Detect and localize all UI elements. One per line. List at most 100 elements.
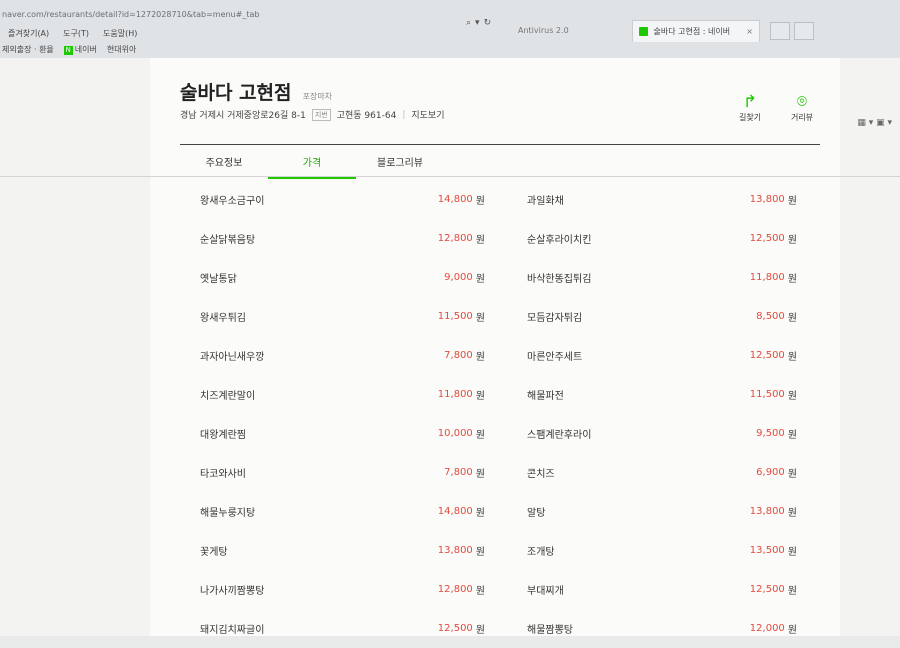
browser-chrome: naver.com/restaurants/detail?id=12720287… xyxy=(0,0,900,59)
search-icon[interactable]: ⌕ xyxy=(466,18,471,28)
menu-item: 치즈계란말이 11,800 원 xyxy=(200,387,485,402)
favorite-link[interactable]: 현대위아 xyxy=(107,44,136,55)
close-tab-icon[interactable]: × xyxy=(746,21,753,43)
menu-item-name: 치즈계란말이 xyxy=(200,391,256,402)
road-address: 경남 거제시 거제중앙로26길 8-1 xyxy=(180,111,306,121)
tab-main-info[interactable]: 주요정보 xyxy=(180,150,268,179)
menu-item-price: 13,500 xyxy=(749,545,785,556)
refresh-icon[interactable]: ↻ xyxy=(484,18,492,28)
divider: | xyxy=(402,109,406,120)
menu-item-name: 스팸계란후라이 xyxy=(527,430,592,441)
menu-row: 꽃게탕 13,800 원 조개탕 13,500 원 xyxy=(200,531,810,570)
route-arrow-icon: ↱ xyxy=(742,92,758,112)
tab-antivirus[interactable]: Antivirus 2.0 xyxy=(512,20,630,42)
currency-label: 원 xyxy=(475,235,485,246)
menu-item-name: 모듬감자튀김 xyxy=(527,313,583,324)
jibun-address: 고현동 961-64 xyxy=(336,111,397,121)
menu-item-name: 콘치즈 xyxy=(527,469,555,480)
menu-item-price: 12,500 xyxy=(749,350,785,361)
menu-item-name: 부대찌개 xyxy=(527,586,564,597)
tab-blog-review[interactable]: 블로그리뷰 xyxy=(356,150,444,179)
currency-label: 원 xyxy=(787,430,797,441)
menu-item: 꽃게탕 13,800 원 xyxy=(200,543,485,558)
menu-item: 순살후라이치킨 12,500 원 xyxy=(527,231,797,246)
currency-label: 원 xyxy=(475,508,485,519)
naver-icon: N xyxy=(63,46,73,55)
menu-row: 치즈계란말이 11,800 원 해물파전 11,500 원 xyxy=(200,375,810,414)
currency-label: 원 xyxy=(475,586,485,597)
menu-tools[interactable]: 도구(T) xyxy=(63,28,89,39)
menu-item: 과일화채 13,800 원 xyxy=(527,192,797,207)
menu-item-price: 14,800 xyxy=(437,506,473,517)
menu-item: 왕새우소금구이 14,800 원 xyxy=(200,192,485,207)
currency-label: 원 xyxy=(475,313,485,324)
menu-item: 해물파전 11,500 원 xyxy=(527,387,797,402)
map-link[interactable]: 지도보기 xyxy=(411,108,444,121)
directions-button[interactable]: ↱ 길찾기 xyxy=(730,92,770,123)
menu-item: 알탕 13,800 원 xyxy=(527,504,797,519)
menu-item-price: 10,000 xyxy=(437,428,473,439)
tab-restaurant[interactable]: 술바다 고현점 : 네이버 × xyxy=(632,20,760,42)
menu-item: 해물짬뽕탕 12,000 원 xyxy=(527,621,797,636)
menu-price-list: 왕새우소금구이 14,800 원 과일화채 13,800 원 순살닭볶음탕 12,800 원 순살… xyxy=(200,180,810,648)
page: ▦ ▾ ▣ ▾ 술바다 고현점 포장마차 경남 거제시 거제중앙로26길 8-1… xyxy=(0,58,900,636)
currency-label: 원 xyxy=(787,235,797,246)
menu-item-price: 12,800 xyxy=(437,584,473,595)
menu-item-name: 꽃게탕 xyxy=(200,547,228,558)
menu-item-name: 조개탕 xyxy=(527,547,555,558)
currency-label: 원 xyxy=(787,196,797,207)
tab-price[interactable]: 가격 xyxy=(268,150,356,179)
currency-label: 원 xyxy=(475,547,485,558)
address-bar-icons: ⌕ ▾ ↻ xyxy=(466,18,491,28)
currency-label: 원 xyxy=(787,274,797,285)
menu-item: 바삭한똥집튀김 11,800 원 xyxy=(527,270,797,285)
favorite-link[interactable]: N 네이버 xyxy=(63,44,97,55)
menu-item-price: 9,000 xyxy=(444,272,473,283)
menu-item: 마른안주세트 12,500 원 xyxy=(527,348,797,363)
menu-row: 순살닭볶음탕 12,800 원 순살후라이치킨 12,500 원 xyxy=(200,219,810,258)
menu-item-name: 타코와사비 xyxy=(200,469,246,480)
menu-item-price: 12,000 xyxy=(749,623,785,634)
place-panel: 술바다 고현점 포장마차 경남 거제시 거제중앙로26길 8-1 지번 고현동 … xyxy=(150,58,840,636)
location-pin-icon: ⌾ xyxy=(796,92,808,112)
menu-item-name: 순살닭볶음탕 xyxy=(200,235,256,246)
menu-row: 나가사끼짬뽕탕 12,800 원 부대찌개 12,500 원 xyxy=(200,570,810,609)
menu-item-price: 7,800 xyxy=(444,467,473,478)
naver-favicon-icon xyxy=(639,27,648,36)
street-view-button[interactable]: ⌾ 거리뷰 xyxy=(782,92,822,123)
menu-item-price: 12,500 xyxy=(749,233,785,244)
menu-item: 옛날통닭 9,000 원 xyxy=(200,270,485,285)
currency-label: 원 xyxy=(475,352,485,363)
menu-row: 왕새우소금구이 14,800 원 과일화채 13,800 원 xyxy=(200,180,810,219)
menu-item-name: 순살후라이치킨 xyxy=(527,235,592,246)
menu-item: 대왕계란찜 10,000 원 xyxy=(200,426,485,441)
menu-item: 스팸계란후라이 9,500 원 xyxy=(527,426,797,441)
menu-help[interactable]: 도움말(H) xyxy=(103,28,137,39)
menu-bar: 즐겨찾기(A) 도구(T) 도움말(H) xyxy=(0,28,137,39)
toolbar-icons[interactable]: ▦ ▾ ▣ ▾ xyxy=(857,118,892,128)
place-title-row: 술바다 고현점 포장마차 xyxy=(180,78,332,105)
menu-item: 모듬감자튀김 8,500 원 xyxy=(527,309,797,324)
currency-label: 원 xyxy=(787,625,797,636)
menu-item: 해물누룽지탕 14,800 원 xyxy=(200,504,485,519)
new-tab-button[interactable] xyxy=(770,22,790,40)
menu-item-price: 12,500 xyxy=(437,623,473,634)
menu-item-name: 과자아닌새우깡 xyxy=(200,352,265,363)
favorite-link[interactable]: 제외출장 · 환율 xyxy=(2,44,54,55)
window-button[interactable] xyxy=(794,22,814,40)
currency-label: 원 xyxy=(787,508,797,519)
menu-favorites[interactable]: 즐겨찾기(A) xyxy=(8,28,49,39)
menu-row: 과자아닌새우깡 7,800 원 마른안주세트 12,500 원 xyxy=(200,336,810,375)
menu-item-name: 과일화채 xyxy=(527,196,564,207)
menu-item-name: 해물짬뽕탕 xyxy=(527,625,573,636)
menu-item-name: 바삭한똥집튀김 xyxy=(527,274,592,285)
currency-label: 원 xyxy=(787,352,797,363)
address-bar[interactable]: naver.com/restaurants/detail?id=12720287… xyxy=(0,8,462,22)
menu-item-name: 해물누룽지탕 xyxy=(200,508,256,519)
menu-item-name: 마른안주세트 xyxy=(527,352,583,363)
menu-item-price: 12,800 xyxy=(437,233,473,244)
place-tabs: 주요정보 가격 블로그리뷰 xyxy=(180,150,444,179)
currency-label: 원 xyxy=(475,196,485,207)
currency-label: 원 xyxy=(475,430,485,441)
menu-item-name: 옛날통닭 xyxy=(200,274,237,285)
